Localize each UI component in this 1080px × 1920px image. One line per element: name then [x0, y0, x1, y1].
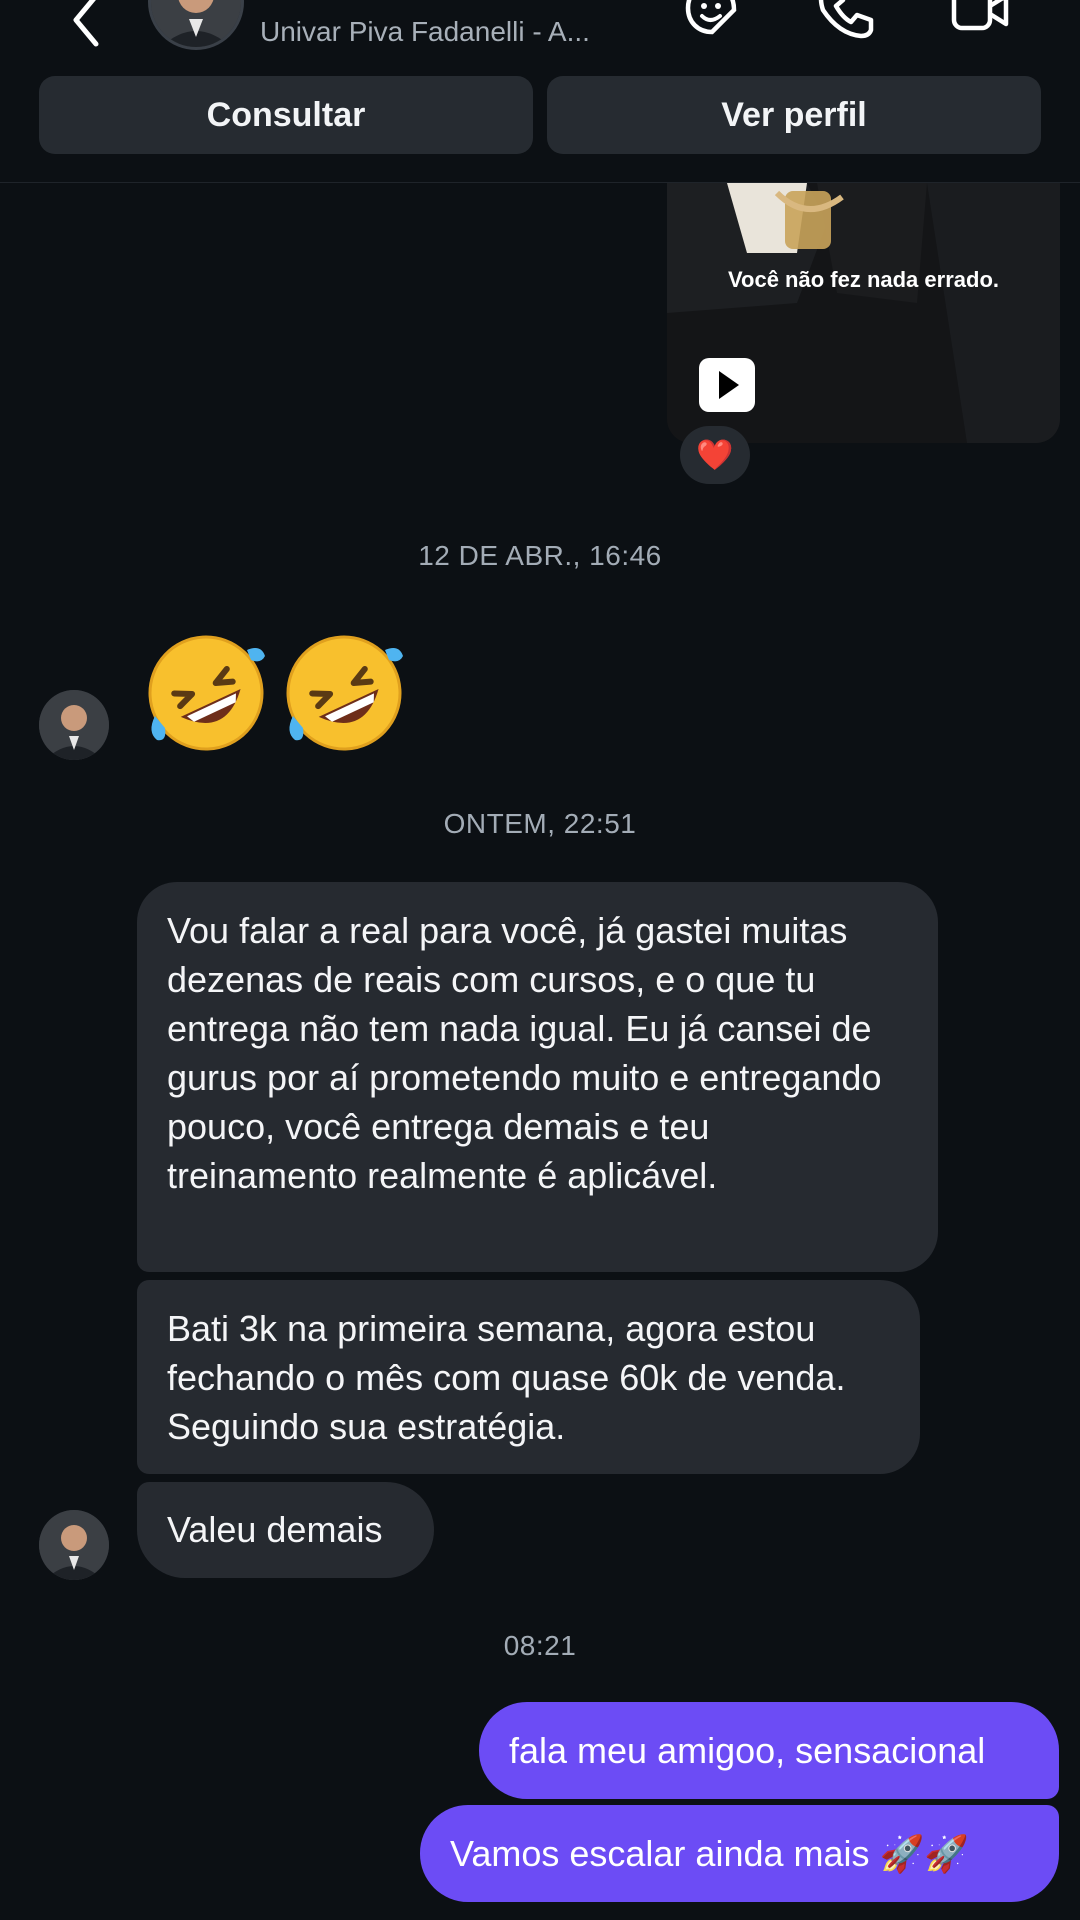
message-bubble-incoming[interactable]: Vou falar a real para você, já gastei mu… [137, 882, 938, 1272]
timestamp: ONTEM, 22:51 [443, 808, 637, 839]
video-call-icon[interactable] [950, 0, 1010, 40]
chat-header: Univar Piva Fadanelli - A... Consultar V… [0, 0, 1080, 183]
sender-avatar[interactable] [39, 1510, 109, 1580]
contact-subtitle: Univar Piva Fadanelli - A... [260, 16, 590, 47]
rofl-emoji-icon [286, 635, 403, 751]
message-bubble-outgoing[interactable]: fala meu amigoo, sensacional [479, 1702, 1059, 1799]
timestamp: 08:21 [503, 1630, 577, 1661]
reels-play-icon [699, 358, 755, 412]
message-bubble-outgoing[interactable]: Vamos escalar ainda mais 🚀🚀 [420, 1805, 1059, 1902]
back-chevron-icon[interactable] [66, 0, 110, 50]
phone-icon[interactable] [815, 0, 875, 40]
message-bubble-incoming[interactable]: Valeu demais [137, 1482, 434, 1578]
consult-button[interactable]: Consultar [39, 76, 533, 154]
rofl-emoji-icon [148, 635, 265, 751]
contact-avatar[interactable] [148, 0, 244, 50]
sender-avatar[interactable] [39, 690, 109, 760]
view-profile-button[interactable]: Ver perfil [547, 76, 1041, 154]
sticker-icon[interactable] [682, 0, 742, 40]
timestamp: 12 DE ABR., 16:46 [418, 540, 662, 571]
video-caption: Você não fez nada errado. [727, 267, 999, 292]
message-bubble-incoming[interactable]: Bati 3k na primeira semana, agora estou … [137, 1280, 920, 1474]
heart-reaction[interactable]: ❤️ [680, 426, 750, 484]
video-message[interactable]: Você não fez nada errado. [667, 183, 1060, 443]
